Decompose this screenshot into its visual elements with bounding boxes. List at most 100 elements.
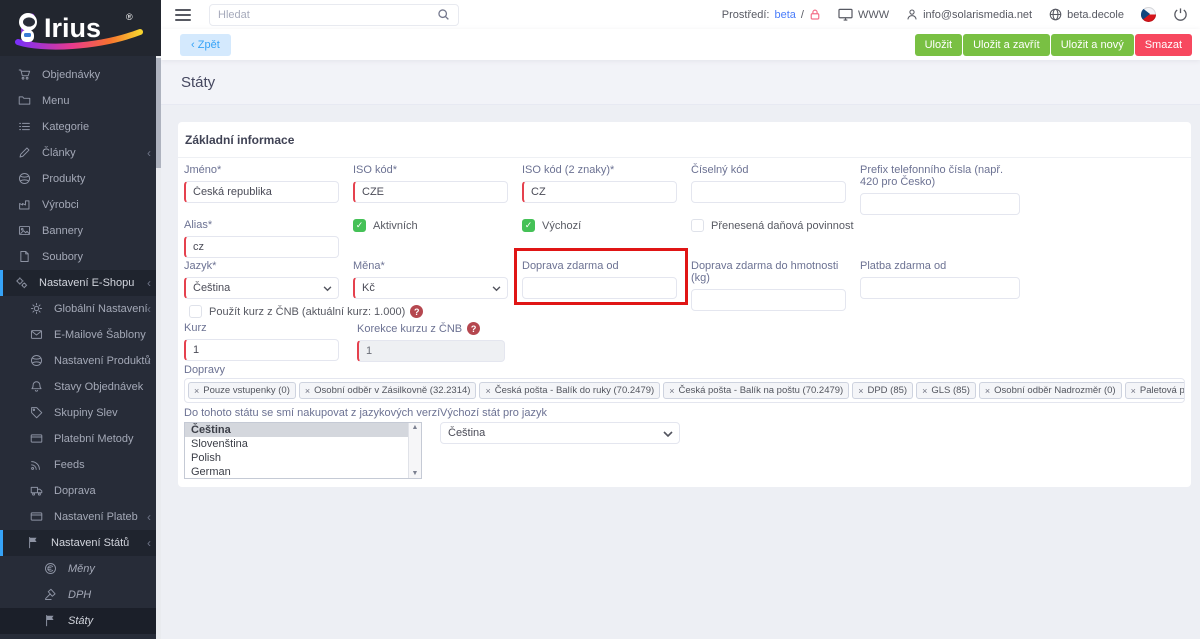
remove-tag-icon[interactable]: × bbox=[485, 386, 490, 396]
sidebar-item-skupiny-slev[interactable]: Skupiny Slev bbox=[0, 400, 161, 426]
iso2-code-input[interactable] bbox=[522, 181, 677, 203]
shipping-tag-label: Česká pošta - Balík do ruky (70.2479) bbox=[495, 385, 654, 396]
sidebar-item-produkty[interactable]: Produkty bbox=[0, 166, 161, 192]
default-checkbox[interactable]: ✓ Výchozí bbox=[522, 219, 677, 232]
sidebar-item-m-ny[interactable]: Měny bbox=[0, 556, 161, 582]
allowed-languages-listbox[interactable]: ČeštinaSlovenštinaPolishGerman ▲ ▼ bbox=[184, 422, 422, 479]
brand-name: Irius bbox=[44, 13, 101, 43]
sidebar-item-kategorie[interactable]: Kategorie bbox=[0, 114, 161, 140]
save-and-close-button[interactable]: Uložit a zavřít bbox=[963, 34, 1050, 56]
remove-tag-icon[interactable]: × bbox=[669, 386, 674, 396]
environment-value-link[interactable]: beta bbox=[774, 9, 795, 21]
sidebar-item-feeds[interactable]: Feeds bbox=[0, 452, 161, 478]
remove-tag-icon[interactable]: × bbox=[922, 386, 927, 396]
search-input[interactable] bbox=[218, 9, 437, 21]
lock-icon bbox=[809, 8, 821, 21]
listbox-scrollbar[interactable]: ▲ ▼ bbox=[408, 423, 421, 478]
save-button[interactable]: Uložit bbox=[915, 34, 963, 56]
sidebar-item-label: Nastavení Plateb bbox=[54, 511, 138, 523]
sidebar-item-label: Skupiny Slev bbox=[54, 407, 118, 419]
sidebar-item-stavy-objedn-vek[interactable]: Stavy Objednávek bbox=[0, 374, 161, 400]
logout-power-icon[interactable] bbox=[1173, 7, 1188, 22]
logo[interactable]: Irius ® bbox=[0, 0, 161, 56]
language-option[interactable]: Čeština bbox=[185, 423, 408, 437]
save-and-new-button[interactable]: Uložit a nový bbox=[1051, 34, 1134, 56]
chevron-left-icon: ‹ bbox=[147, 277, 151, 289]
site-domain[interactable]: beta.decole bbox=[1049, 8, 1124, 21]
sidebar-item-st-ty[interactable]: Státy bbox=[0, 608, 161, 634]
language-flag-icon[interactable] bbox=[1141, 7, 1156, 22]
credit-card-icon bbox=[30, 510, 44, 524]
sidebar-item-nastaven-plateb[interactable]: Nastavení Plateb‹ bbox=[0, 504, 161, 530]
back-button[interactable]: ‹ Zpět bbox=[180, 34, 231, 56]
sidebar-item-nastaven-produkt-[interactable]: Nastavení Produktů‹ bbox=[0, 348, 161, 374]
checkbox-check-icon: ✓ bbox=[522, 219, 535, 232]
shipping-tag: ×Osobní odběr v Zásilkovně (32.2314) bbox=[299, 382, 477, 399]
sidebar-item-objedn-vky[interactable]: Objednávky bbox=[0, 62, 161, 88]
free-shipping-weight-input[interactable] bbox=[691, 289, 846, 311]
sidebar-item-dph[interactable]: DPH bbox=[0, 582, 161, 608]
language-option[interactable]: Polish bbox=[185, 451, 408, 465]
free-payment-from-input[interactable] bbox=[860, 277, 1020, 299]
sidebar-item-doprava[interactable]: Doprava bbox=[0, 478, 161, 504]
language-option[interactable]: German bbox=[185, 465, 408, 479]
sidebar-item-label: Články bbox=[42, 147, 76, 159]
iso-code-input[interactable] bbox=[353, 181, 508, 203]
remove-tag-icon[interactable]: × bbox=[194, 386, 199, 396]
numeric-code-input[interactable] bbox=[691, 181, 846, 203]
sidebar-item-menu[interactable]: Menu bbox=[0, 88, 161, 114]
help-icon[interactable]: ? bbox=[410, 305, 423, 318]
sidebar-item-v-robci[interactable]: Výrobci bbox=[0, 192, 161, 218]
shippings-tags-input[interactable]: ×Pouze vstupenky (0)×Osobní odběr v Zási… bbox=[184, 378, 1185, 403]
user-account[interactable]: info@solarismedia.net bbox=[906, 8, 1032, 21]
reverse-charge-checkbox[interactable]: ✓ Přenesená daňová povinnost bbox=[691, 219, 866, 232]
remove-tag-icon[interactable]: × bbox=[985, 386, 990, 396]
sidebar-item-glob-ln-nastaven-[interactable]: Globální Nastavení‹ bbox=[0, 296, 161, 322]
back-button-label: Zpět bbox=[198, 39, 220, 51]
sidebar-item-e-mailov-ablony[interactable]: E-Mailové Šablony bbox=[0, 322, 161, 348]
name-input[interactable] bbox=[184, 181, 339, 203]
form-row-3: Jazyk* Čeština Měna* Kč Doprava zdarma bbox=[184, 260, 1185, 311]
sidebar-scrollbar[interactable] bbox=[156, 56, 161, 639]
cnb-rate-checkbox[interactable]: ✓ Použít kurz z ČNB (aktuální kurz: 1.00… bbox=[189, 305, 405, 318]
active-checkbox[interactable]: ✓ Aktivních bbox=[353, 219, 508, 232]
remove-tag-icon[interactable]: × bbox=[305, 386, 310, 396]
sidebar-item-nastaven-st-t-[interactable]: Nastavení Států‹ bbox=[0, 530, 161, 556]
currency-select[interactable]: Kč bbox=[353, 277, 508, 299]
alias-input[interactable] bbox=[184, 236, 339, 258]
sidebar-item-label: Výrobci bbox=[42, 199, 79, 211]
sidebar-item-platebn-metody[interactable]: Platební Metody bbox=[0, 426, 161, 452]
flag-icon bbox=[44, 614, 58, 628]
rate-input[interactable] bbox=[184, 339, 339, 361]
language-select[interactable]: Čeština bbox=[184, 277, 339, 299]
phone-prefix-input[interactable] bbox=[860, 193, 1020, 215]
delete-button[interactable]: Smazat bbox=[1135, 34, 1192, 56]
language-options: ČeštinaSlovenštinaPolishGerman bbox=[185, 423, 408, 479]
sidebar-scrollbar-thumb[interactable] bbox=[156, 58, 161, 168]
scroll-down-icon[interactable]: ▼ bbox=[412, 470, 419, 477]
free-payment-from-label: Platba zdarma od bbox=[860, 260, 1020, 272]
rate-correction-label-row: Korekce kurzu z ČNB? bbox=[357, 322, 505, 335]
remove-tag-icon[interactable]: × bbox=[858, 386, 863, 396]
language-option[interactable]: Slovenština bbox=[185, 437, 408, 451]
sidebar-item--l-nky[interactable]: Články‹ bbox=[0, 140, 161, 166]
currency-select-value: Kč bbox=[362, 282, 375, 294]
truck-icon bbox=[30, 484, 44, 498]
default-state-select[interactable]: Čeština bbox=[440, 422, 680, 444]
sidebar-item-nastaven-e-shopu[interactable]: Nastavení E-Shopu‹ bbox=[0, 270, 161, 296]
sidebar-item-bannery[interactable]: Bannery bbox=[0, 218, 161, 244]
folder-icon bbox=[18, 94, 32, 108]
credit-card-icon bbox=[30, 432, 44, 446]
hamburger-menu-icon[interactable] bbox=[175, 6, 191, 24]
help-icon[interactable]: ? bbox=[467, 322, 480, 335]
cnb-row: ✓ Použít kurz z ČNB (aktuální kurz: 1.00… bbox=[184, 305, 1185, 318]
language-label: Jazyk* bbox=[184, 260, 339, 272]
sidebar-item-label: Nastavení Produktů bbox=[54, 355, 151, 367]
search-box[interactable] bbox=[209, 4, 459, 26]
scroll-up-icon[interactable]: ▲ bbox=[412, 424, 419, 431]
remove-tag-icon[interactable]: × bbox=[1131, 386, 1136, 396]
www-preview-button[interactable]: WWW bbox=[838, 8, 889, 21]
user-email: info@solarismedia.net bbox=[923, 9, 1032, 21]
sidebar-item-soubory[interactable]: Soubory bbox=[0, 244, 161, 270]
free-shipping-from-input[interactable] bbox=[522, 277, 677, 299]
